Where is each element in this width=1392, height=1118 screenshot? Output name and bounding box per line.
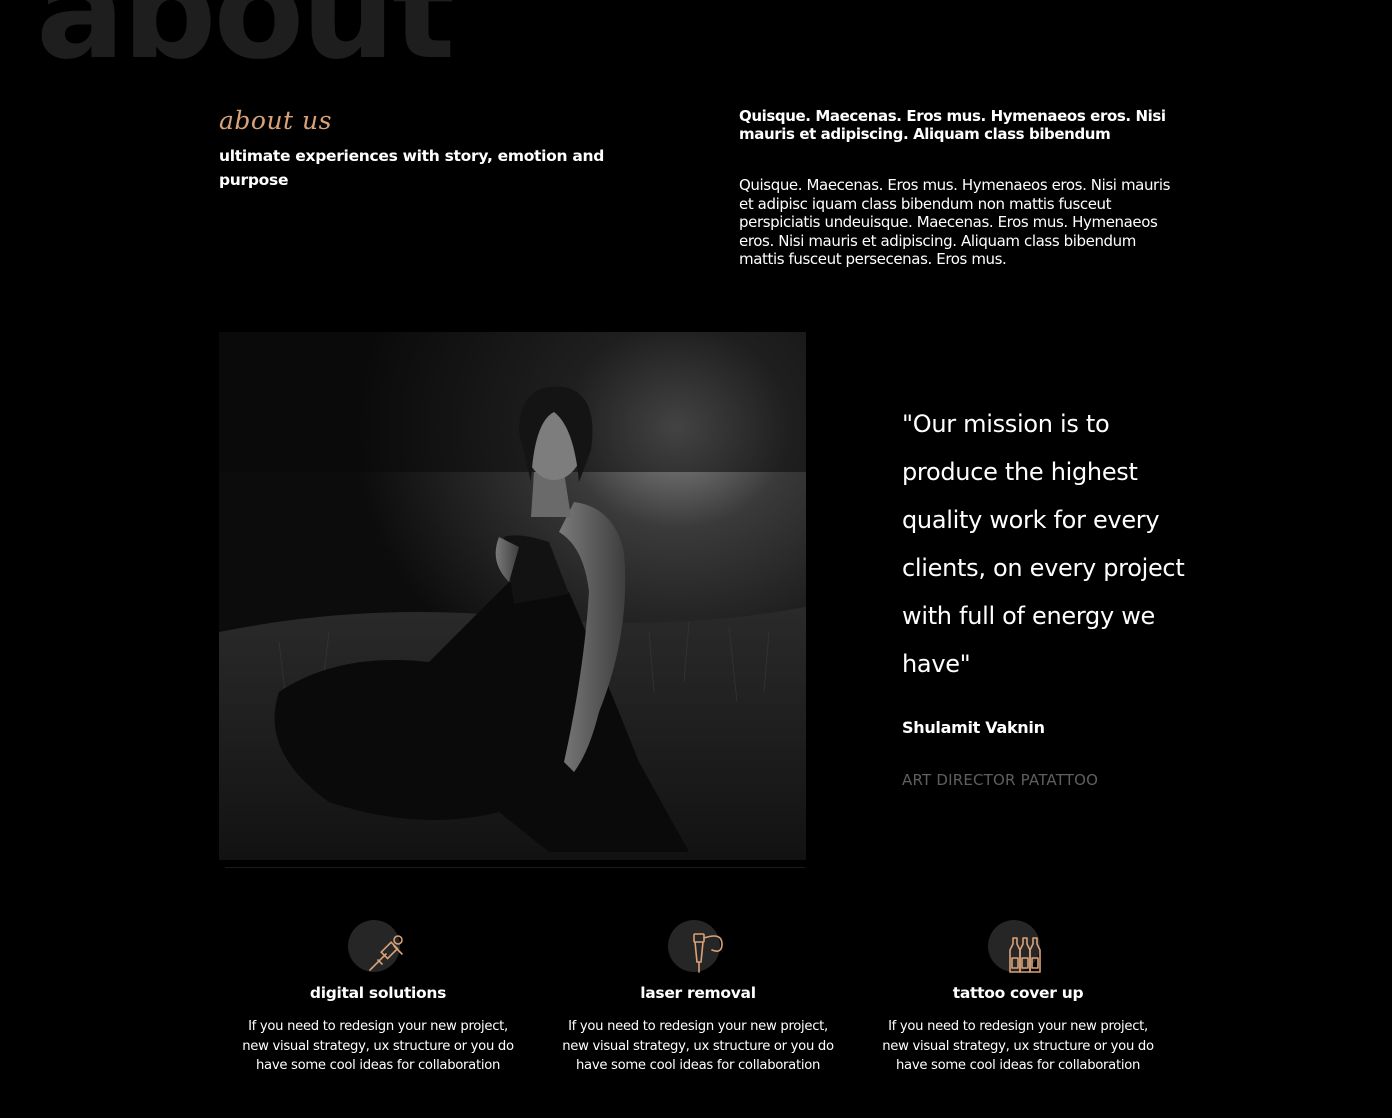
quote-author-role: ART DIRECTOR PATATTOO [902, 771, 1099, 789]
about-eyebrow: about us [219, 106, 332, 135]
quote-author: Shulamit Vaknin [902, 718, 1045, 737]
service-description: If you need to redesign your new project… [882, 1019, 1154, 1074]
about-headline: ultimate experiences with story, emotion… [219, 147, 605, 189]
service-title: digital solutions [309, 984, 447, 1002]
intro-body-text: Quisque. Maecenas. Eros mus. Hymenaeos e… [739, 176, 1170, 269]
tattoo-machine-icon [348, 918, 408, 978]
service-title: laser removal [640, 984, 756, 1002]
service-description: If you need to redesign your new project… [242, 1019, 514, 1074]
photo-divider [225, 867, 805, 868]
service-card-digital-solutions: digital solutions If you need to redesig… [238, 918, 518, 1076]
ink-bottles-icon [988, 918, 1048, 978]
portrait-photo [219, 332, 806, 860]
mission-quote: "Our mission is to produce the highest q… [902, 410, 1185, 678]
service-title: tattoo cover up [952, 984, 1084, 1002]
service-description: If you need to redesign your new project… [562, 1019, 834, 1074]
tattoo-pen-icon [668, 918, 728, 978]
background-heading-word: about [36, 0, 455, 89]
about-page: about about us ultimate experiences with… [0, 0, 1392, 1118]
portrait-photo-image [219, 332, 806, 860]
intro-lead-text: Quisque. Maecenas. Eros mus. Hymenaeos e… [739, 107, 1166, 143]
service-card-laser-removal: laser removal If you need to redesign yo… [558, 918, 838, 1076]
service-card-tattoo-cover-up: tattoo cover up If you need to redesign … [878, 918, 1158, 1076]
